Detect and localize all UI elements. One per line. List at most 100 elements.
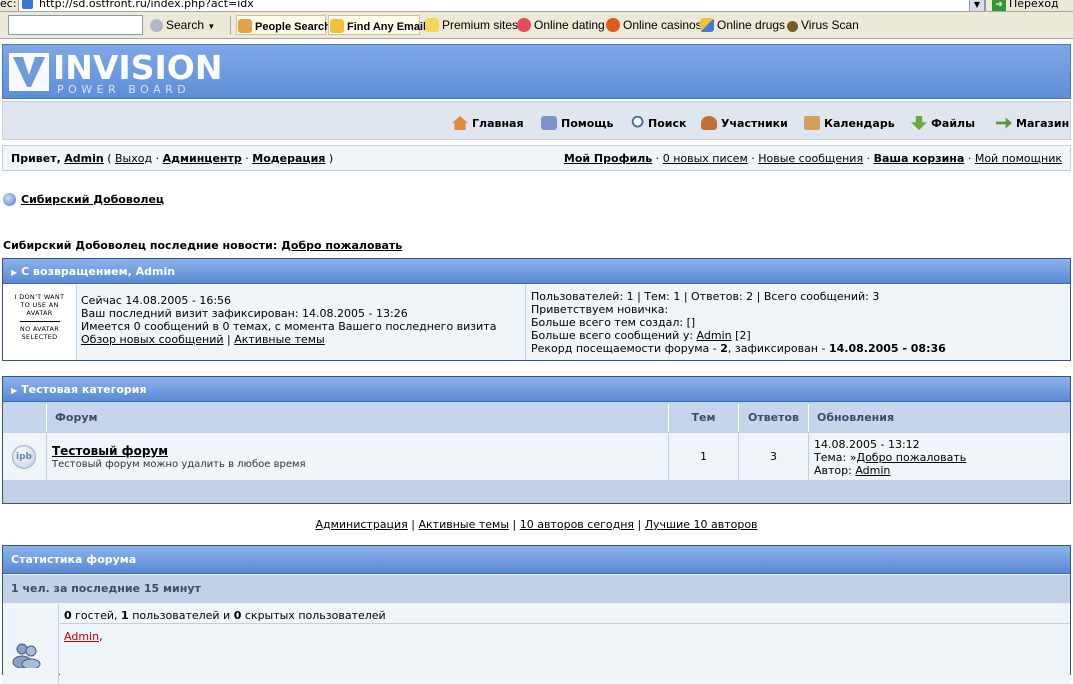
assistant-link[interactable]: Мой помощник (975, 152, 1062, 165)
avatar-text: NO AVATAR SELECTED (19, 325, 60, 341)
online-header: 1 чел. за последние 15 минут (3, 575, 1070, 603)
online-list: 0 гостей, 1 пользователей и 0 скрытых по… (60, 604, 1070, 684)
last-author-link[interactable]: Admin (855, 464, 890, 477)
users-icon (12, 643, 41, 668)
since-last-visit: Имеется 0 сообщений в 0 темах, с момента… (81, 320, 497, 333)
top-posters-link[interactable]: Лучшие 10 авторов (645, 518, 758, 531)
toolbar-search-button[interactable]: Search ▼ (150, 18, 215, 32)
avatar-text: I DON'T WANT TO USE AN AVATAR (14, 293, 65, 317)
url-dropdown-icon[interactable]: ▼ (969, 0, 985, 11)
nav-calendar[interactable]: Календарь (804, 116, 895, 130)
username-link[interactable]: Admin (64, 152, 103, 165)
news-prefix: Сибирский Добоволец последние новости: (3, 239, 278, 252)
greeting-text: Привет, (11, 152, 61, 165)
members-icon (701, 116, 717, 130)
url-input[interactable]: http://sd.ostfront.ru/index.php?act=idx (18, 0, 986, 11)
category-title: Тестовая категория (21, 383, 147, 396)
logout-link[interactable]: Выход (115, 152, 152, 165)
chip-icon (606, 18, 620, 32)
search-toolbar: Search ▼ People Search Find Any Email Pr… (0, 12, 1073, 39)
welcome-title: С возвращением, Admin (21, 265, 176, 278)
online-users: Admin, (60, 624, 1070, 643)
magnifier-icon (150, 19, 163, 32)
url-text: http://sd.ostfront.ru/index.php?act=idx (39, 0, 254, 10)
forum-topics-count: 1 (669, 433, 739, 480)
nav-help[interactable]: Помощь (541, 116, 613, 130)
forum-link[interactable]: Тестовый форум (52, 444, 168, 458)
forum-description: Тестовый форум можно удалить в любое вре… (52, 459, 306, 470)
download-arrow-icon (911, 116, 927, 130)
user-bar: Привет, Admin ( Выход · Админцентр · Мод… (2, 145, 1071, 171)
arrow-right-icon: ▶ (11, 268, 18, 277)
nav-files[interactable]: Файлы (911, 116, 975, 130)
footer-links: Администрация | Активные темы | 10 автор… (315, 518, 758, 531)
top-today-link[interactable]: 10 авторов сегодня (520, 518, 634, 531)
nav-search[interactable]: Поиск (628, 116, 686, 130)
active-topics-link[interactable]: Активные темы (234, 333, 325, 346)
go-arrow-icon: ➜ (992, 0, 1006, 11)
nav-shop[interactable]: Магазин (996, 116, 1069, 130)
nav-label: Магазин (1016, 117, 1070, 130)
news-link[interactable]: Добро пожаловать (281, 239, 402, 252)
welcome-body: I DON'T WANT TO USE AN AVATAR NO AVATAR … (3, 285, 1070, 360)
heart-icon (517, 18, 531, 32)
toolbar-online-drugs[interactable]: Online drugs (700, 18, 785, 32)
category-title-bar[interactable]: ▶ Тестовая категория (3, 377, 1070, 402)
toolbar-search-input[interactable] (8, 15, 143, 35)
nav-label: Участники (721, 117, 788, 130)
user-links: Мой Профиль · 0 новых писем · Новые сооб… (563, 152, 1062, 165)
nav-members[interactable]: Участники (701, 116, 788, 130)
users-label: пользователей и (132, 609, 231, 622)
hidden-label: скрытых пользователей (244, 609, 386, 622)
new-messages-link[interactable]: 0 новых писем (663, 152, 748, 165)
online-counts: 0 гостей, 1 пользователей и 0 скрытых по… (60, 604, 1070, 624)
shop-arrow-icon (996, 117, 1012, 129)
toolbar-online-dating[interactable]: Online dating (517, 18, 605, 32)
my-profile-link[interactable]: Мой Профиль (564, 152, 652, 165)
online-user-link[interactable]: Admin (64, 630, 99, 643)
toolbar-people-search[interactable]: People Search (238, 19, 331, 33)
top-poster-link[interactable]: Admin (697, 329, 732, 342)
go-button[interactable]: ➜ Переход (992, 0, 1059, 11)
toolbar-find-email[interactable]: Find Any Email (330, 19, 426, 33)
last-topic-link[interactable]: Добро пожаловать (856, 451, 966, 464)
current-time: Сейчас 14.08.2005 - 16:56 (81, 294, 232, 307)
new-posts-link[interactable]: Новые сообщения (758, 152, 863, 165)
cart-link[interactable]: Ваша корзина (874, 152, 965, 165)
guests-count: 0 (64, 609, 72, 622)
bug-icon (787, 21, 798, 32)
toolbar-separator (230, 16, 231, 34)
team-link[interactable]: Администрация (315, 518, 407, 531)
hidden-count: 0 (233, 609, 242, 622)
toolbar-online-casinos[interactable]: Online casinos (606, 18, 702, 32)
toolbar-virus-scan[interactable]: Virus Scan (787, 18, 859, 32)
nav-label: Календарь (824, 117, 895, 130)
visit-info: Сейчас 14.08.2005 - 16:56 Ваш последний … (81, 294, 497, 346)
view-new-posts-link[interactable]: Обзор новых сообщений (81, 333, 224, 346)
moderation-link[interactable]: Модерация (252, 152, 325, 165)
toolbar-premium-sites[interactable]: Premium sites (425, 18, 518, 32)
forum-header: INVISION POWER BOARD (2, 44, 1071, 99)
forum-icon-cell: ipb (3, 433, 47, 480)
toolbar-label: People Search (255, 21, 331, 33)
forum-replies-count: 3 (739, 433, 809, 480)
stats-title: Статистика форума (11, 553, 137, 566)
record-mid: , зафиксирован - (727, 342, 826, 355)
pill-icon (700, 18, 714, 32)
house-icon (452, 116, 468, 130)
admincp-link[interactable]: Админцентр (163, 152, 242, 165)
last-topic-label: Тема: (814, 451, 847, 464)
last-post-cell: 14.08.2005 - 13:12 Тема: »Добро пожалова… (809, 433, 1070, 480)
toolbar-label: Virus Scan (801, 18, 859, 32)
online-icon-cell (3, 604, 59, 684)
stats-top-poster-label: Больше всего сообщений у: (531, 329, 694, 342)
header-topics: Тем (669, 404, 739, 432)
nav-home[interactable]: Главная (452, 116, 524, 130)
header-replies: Ответов (739, 404, 809, 432)
avatar-divider (19, 321, 60, 322)
breadcrumb-link[interactable]: Сибирский Добоволец (21, 193, 164, 206)
active-topics-footer-link[interactable]: Активные темы (419, 518, 510, 531)
star-icon (425, 18, 439, 32)
go-label: Переход (1009, 0, 1059, 10)
nav-label: Файлы (931, 117, 976, 130)
